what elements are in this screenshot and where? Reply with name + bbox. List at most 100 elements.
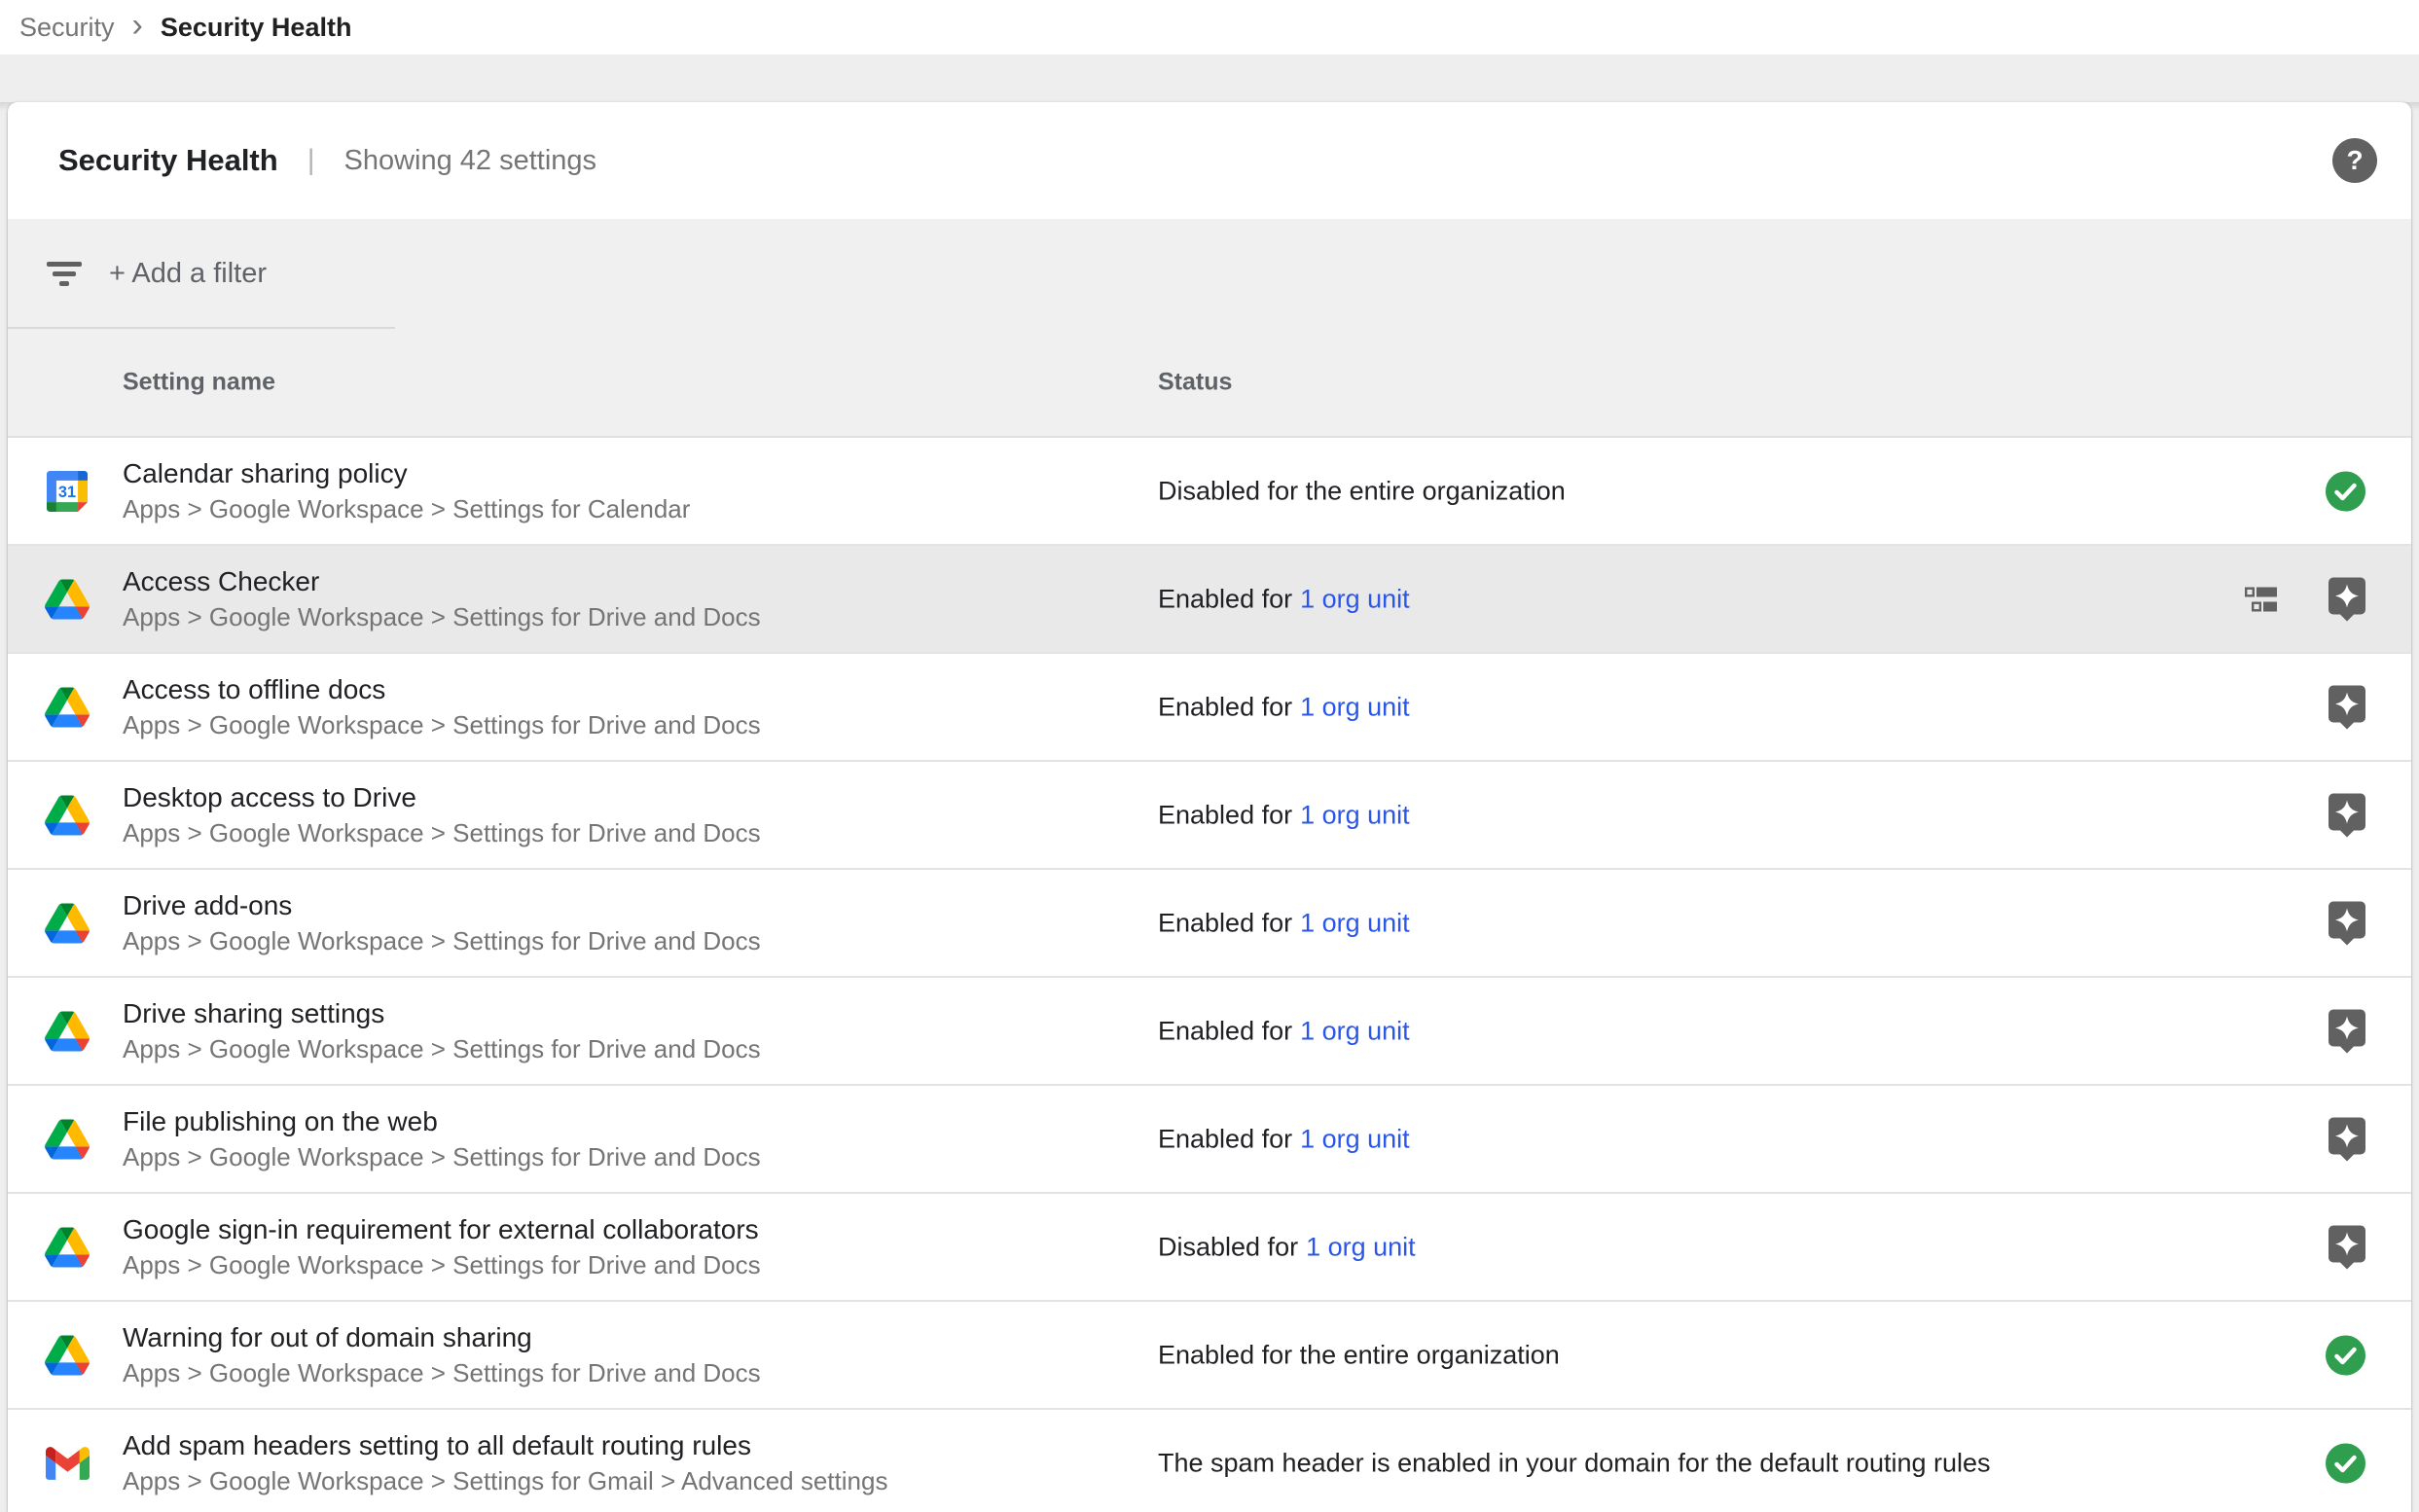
setting-text-cell: Access Checker Apps > Google Workspace >…: [123, 563, 761, 635]
table-row[interactable]: Drive add-ons Apps > Google Workspace > …: [8, 870, 2411, 978]
breadcrumb-parent-link[interactable]: Security: [19, 13, 115, 43]
table-row[interactable]: 31 Calendar sharing policy Apps > Google…: [8, 438, 2411, 546]
org-unit-link[interactable]: 1 org unit: [1300, 800, 1410, 829]
app-icon-cell: [43, 1119, 91, 1159]
table-row[interactable]: Add spam headers setting to all default …: [8, 1410, 2411, 1512]
org-unit-link[interactable]: 1 org unit: [1300, 1124, 1410, 1153]
setting-name: Drive add-ons: [123, 887, 761, 923]
setting-path: Apps > Google Workspace > Settings for D…: [123, 923, 761, 959]
table-row[interactable]: File publishing on the web Apps > Google…: [8, 1086, 2411, 1194]
app-icon-cell: 31: [43, 471, 91, 512]
org-unit-link[interactable]: 1 org unit: [1300, 1016, 1410, 1045]
app-icon-cell: [43, 687, 91, 727]
table-row[interactable]: Warning for out of domain sharing Apps >…: [8, 1302, 2411, 1410]
setting-path: Apps > Google Workspace > Settings for D…: [123, 815, 761, 851]
drive-icon: [45, 1335, 90, 1375]
setting-name: Drive sharing settings: [123, 995, 761, 1031]
trailing-icons: [2329, 1225, 2365, 1269]
recommendation-badge-icon[interactable]: [2329, 577, 2365, 621]
app-icon-cell: [43, 903, 91, 943]
table-row[interactable]: Drive sharing settings Apps > Google Wor…: [8, 978, 2411, 1086]
column-header-setting-name[interactable]: Setting name: [123, 369, 275, 397]
setting-name: File publishing on the web: [123, 1103, 761, 1139]
recommendation-badge-icon[interactable]: [2329, 793, 2365, 837]
recommendation-badge-icon[interactable]: [2329, 901, 2365, 945]
check-circle-icon: [2326, 471, 2365, 511]
status-cell: Disabled for 1 org unit: [1158, 1232, 1416, 1262]
setting-name: Calendar sharing policy: [123, 455, 690, 491]
status-text: Enabled for: [1158, 800, 1292, 829]
drive-icon: [45, 795, 90, 835]
gmail-icon: [46, 1447, 90, 1480]
drive-icon: [45, 687, 90, 727]
status-cell: Enabled for the entire organization: [1158, 1340, 1560, 1370]
recommendation-badge-icon[interactable]: [2329, 685, 2365, 729]
app-icon-cell: [43, 1335, 91, 1375]
setting-text-cell: Google sign-in requirement for external …: [123, 1211, 761, 1283]
setting-path: Apps > Google Workspace > Settings for C…: [123, 491, 690, 527]
add-filter-input[interactable]: + Add a filter: [109, 258, 267, 290]
status-text: Enabled for: [1158, 584, 1292, 613]
app-icon-cell: [43, 1011, 91, 1051]
status-cell: Enabled for 1 org unit: [1158, 584, 1410, 614]
status-text: Enabled for: [1158, 908, 1292, 937]
setting-name: Google sign-in requirement for external …: [123, 1211, 761, 1247]
setting-path: Apps > Google Workspace > Settings for D…: [123, 1139, 761, 1175]
status-cell: Enabled for1 org unit: [1158, 1124, 1410, 1154]
recommendation-badge-icon[interactable]: [2329, 1117, 2365, 1161]
check-circle-icon: [2326, 1443, 2365, 1483]
org-unit-link[interactable]: 1 org unit: [1306, 1232, 1416, 1261]
setting-path: Apps > Google Workspace > Settings for D…: [123, 707, 761, 743]
trailing-icons: [2329, 1117, 2365, 1161]
status-text: Enabled for: [1158, 1016, 1292, 1045]
org-unit-link[interactable]: 1 org unit: [1300, 908, 1410, 937]
setting-text-cell: Calendar sharing policy Apps > Google Wo…: [123, 455, 690, 527]
table-row[interactable]: Google sign-in requirement for external …: [8, 1194, 2411, 1302]
setting-path: Apps > Google Workspace > Settings for D…: [123, 1247, 761, 1283]
setting-text-cell: Access to offline docs Apps > Google Wor…: [123, 671, 761, 743]
table-header-row: Setting name Status: [8, 329, 2411, 438]
status-text: The spam header is enabled in your domai…: [1158, 1448, 1991, 1477]
recommendation-badge-icon[interactable]: [2329, 1009, 2365, 1053]
recommendation-badge-icon[interactable]: [2329, 1225, 2365, 1269]
table-row[interactable]: Desktop access to Drive Apps > Google Wo…: [8, 762, 2411, 870]
trailing-icons: [2245, 577, 2365, 621]
trailing-icons: [2329, 793, 2365, 837]
trailing-icons: [2329, 685, 2365, 729]
org-unit-link[interactable]: 1 org unit: [1300, 584, 1410, 613]
app-icon-cell: [43, 1447, 91, 1480]
table-row[interactable]: Access to offline docs Apps > Google Wor…: [8, 654, 2411, 762]
trailing-icons: [2326, 471, 2365, 511]
setting-text-cell: Warning for out of domain sharing Apps >…: [123, 1319, 761, 1391]
setting-text-cell: Desktop access to Drive Apps > Google Wo…: [123, 779, 761, 851]
status-cell: Enabled for 1 org unit: [1158, 1016, 1410, 1046]
org-unit-link[interactable]: 1 org unit: [1300, 692, 1410, 721]
status-cell: Enabled for1 org unit: [1158, 692, 1410, 722]
app-icon-cell: [43, 1227, 91, 1267]
table-row[interactable]: Access Checker Apps > Google Workspace >…: [8, 546, 2411, 654]
settings-count: Showing 42 settings: [344, 145, 597, 177]
setting-path: Apps > Google Workspace > Settings for D…: [123, 1031, 761, 1067]
setting-name: Add spam headers setting to all default …: [123, 1427, 887, 1463]
setting-path: Apps > Google Workspace > Settings for G…: [123, 1463, 887, 1499]
security-health-card: Security Health | Showing 42 settings ? …: [8, 102, 2411, 1512]
drive-icon: [45, 1011, 90, 1051]
check-circle-icon: [2326, 1335, 2365, 1375]
column-header-status[interactable]: Status: [1158, 369, 1232, 397]
svg-text:31: 31: [58, 483, 76, 500]
status-text: Disabled for the entire organization: [1158, 476, 1566, 505]
app-icon-cell: [43, 795, 91, 835]
setting-name: Warning for out of domain sharing: [123, 1319, 761, 1355]
trailing-icons: [2326, 1335, 2365, 1375]
setting-text-cell: Add spam headers setting to all default …: [123, 1427, 887, 1499]
calendar-icon: 31: [47, 471, 88, 512]
card-header: Security Health | Showing 42 settings ?: [8, 102, 2411, 219]
drive-icon: [45, 579, 90, 619]
drive-icon: [45, 1227, 90, 1267]
filter-icon: [47, 262, 82, 286]
trailing-icons: [2329, 1009, 2365, 1053]
setting-name: Desktop access to Drive: [123, 779, 761, 815]
filter-row: + Add a filter: [8, 219, 2411, 329]
help-icon[interactable]: ?: [2332, 138, 2377, 183]
status-text: Disabled for: [1158, 1232, 1298, 1261]
